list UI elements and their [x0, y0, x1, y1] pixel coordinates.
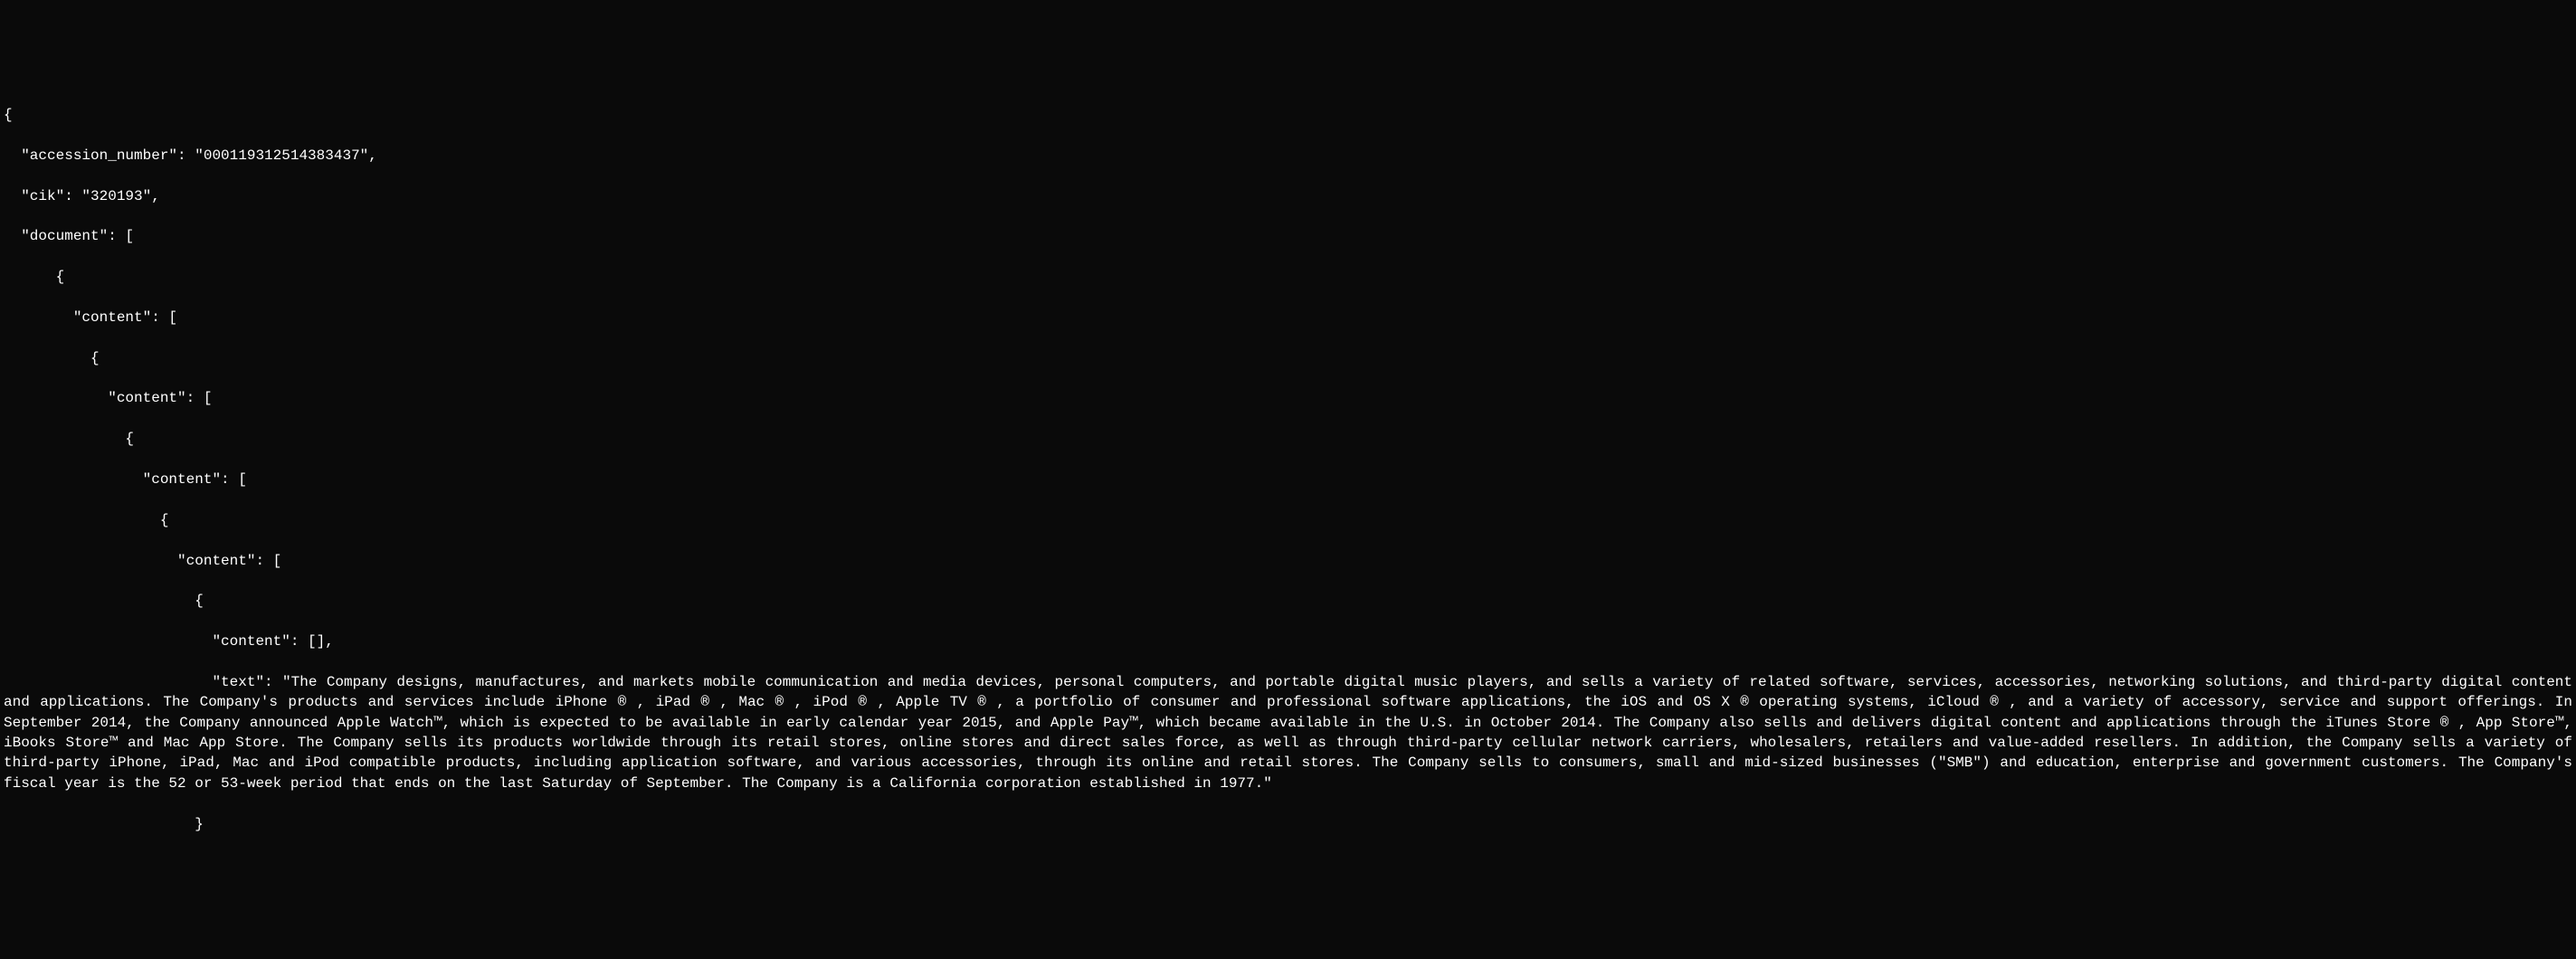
json-line-close-brace: }: [4, 814, 2572, 834]
json-line-content-key-1: "content": [: [4, 308, 2572, 328]
json-line-object-open-3: {: [4, 429, 2572, 449]
json-line-content-key-2: "content": [: [4, 388, 2572, 408]
json-line-document-key: "document": [: [4, 226, 2572, 246]
json-line-accession-number: "accession_number": "000119312514383437"…: [4, 146, 2572, 166]
json-line-content-key-4: "content": [: [4, 551, 2572, 571]
json-line-object-open-4: {: [4, 510, 2572, 530]
json-line-text-field: "text": "The Company designs, manufactur…: [4, 672, 2572, 793]
json-line-open-brace: {: [4, 105, 2572, 125]
json-text-key-prefix: "text": ": [4, 674, 291, 690]
json-line-object-open-2: {: [4, 348, 2572, 368]
json-line-cik: "cik": "320193",: [4, 186, 2572, 206]
json-text-value: The Company designs, manufactures, and m…: [4, 674, 2576, 792]
json-line-content-key-3: "content": [: [4, 470, 2572, 489]
json-viewer: { "accession_number": "00011931251438343…: [4, 85, 2572, 855]
json-line-object-open: {: [4, 267, 2572, 287]
json-line-object-open-5: {: [4, 591, 2572, 611]
json-line-content-empty: "content": [],: [4, 631, 2572, 651]
